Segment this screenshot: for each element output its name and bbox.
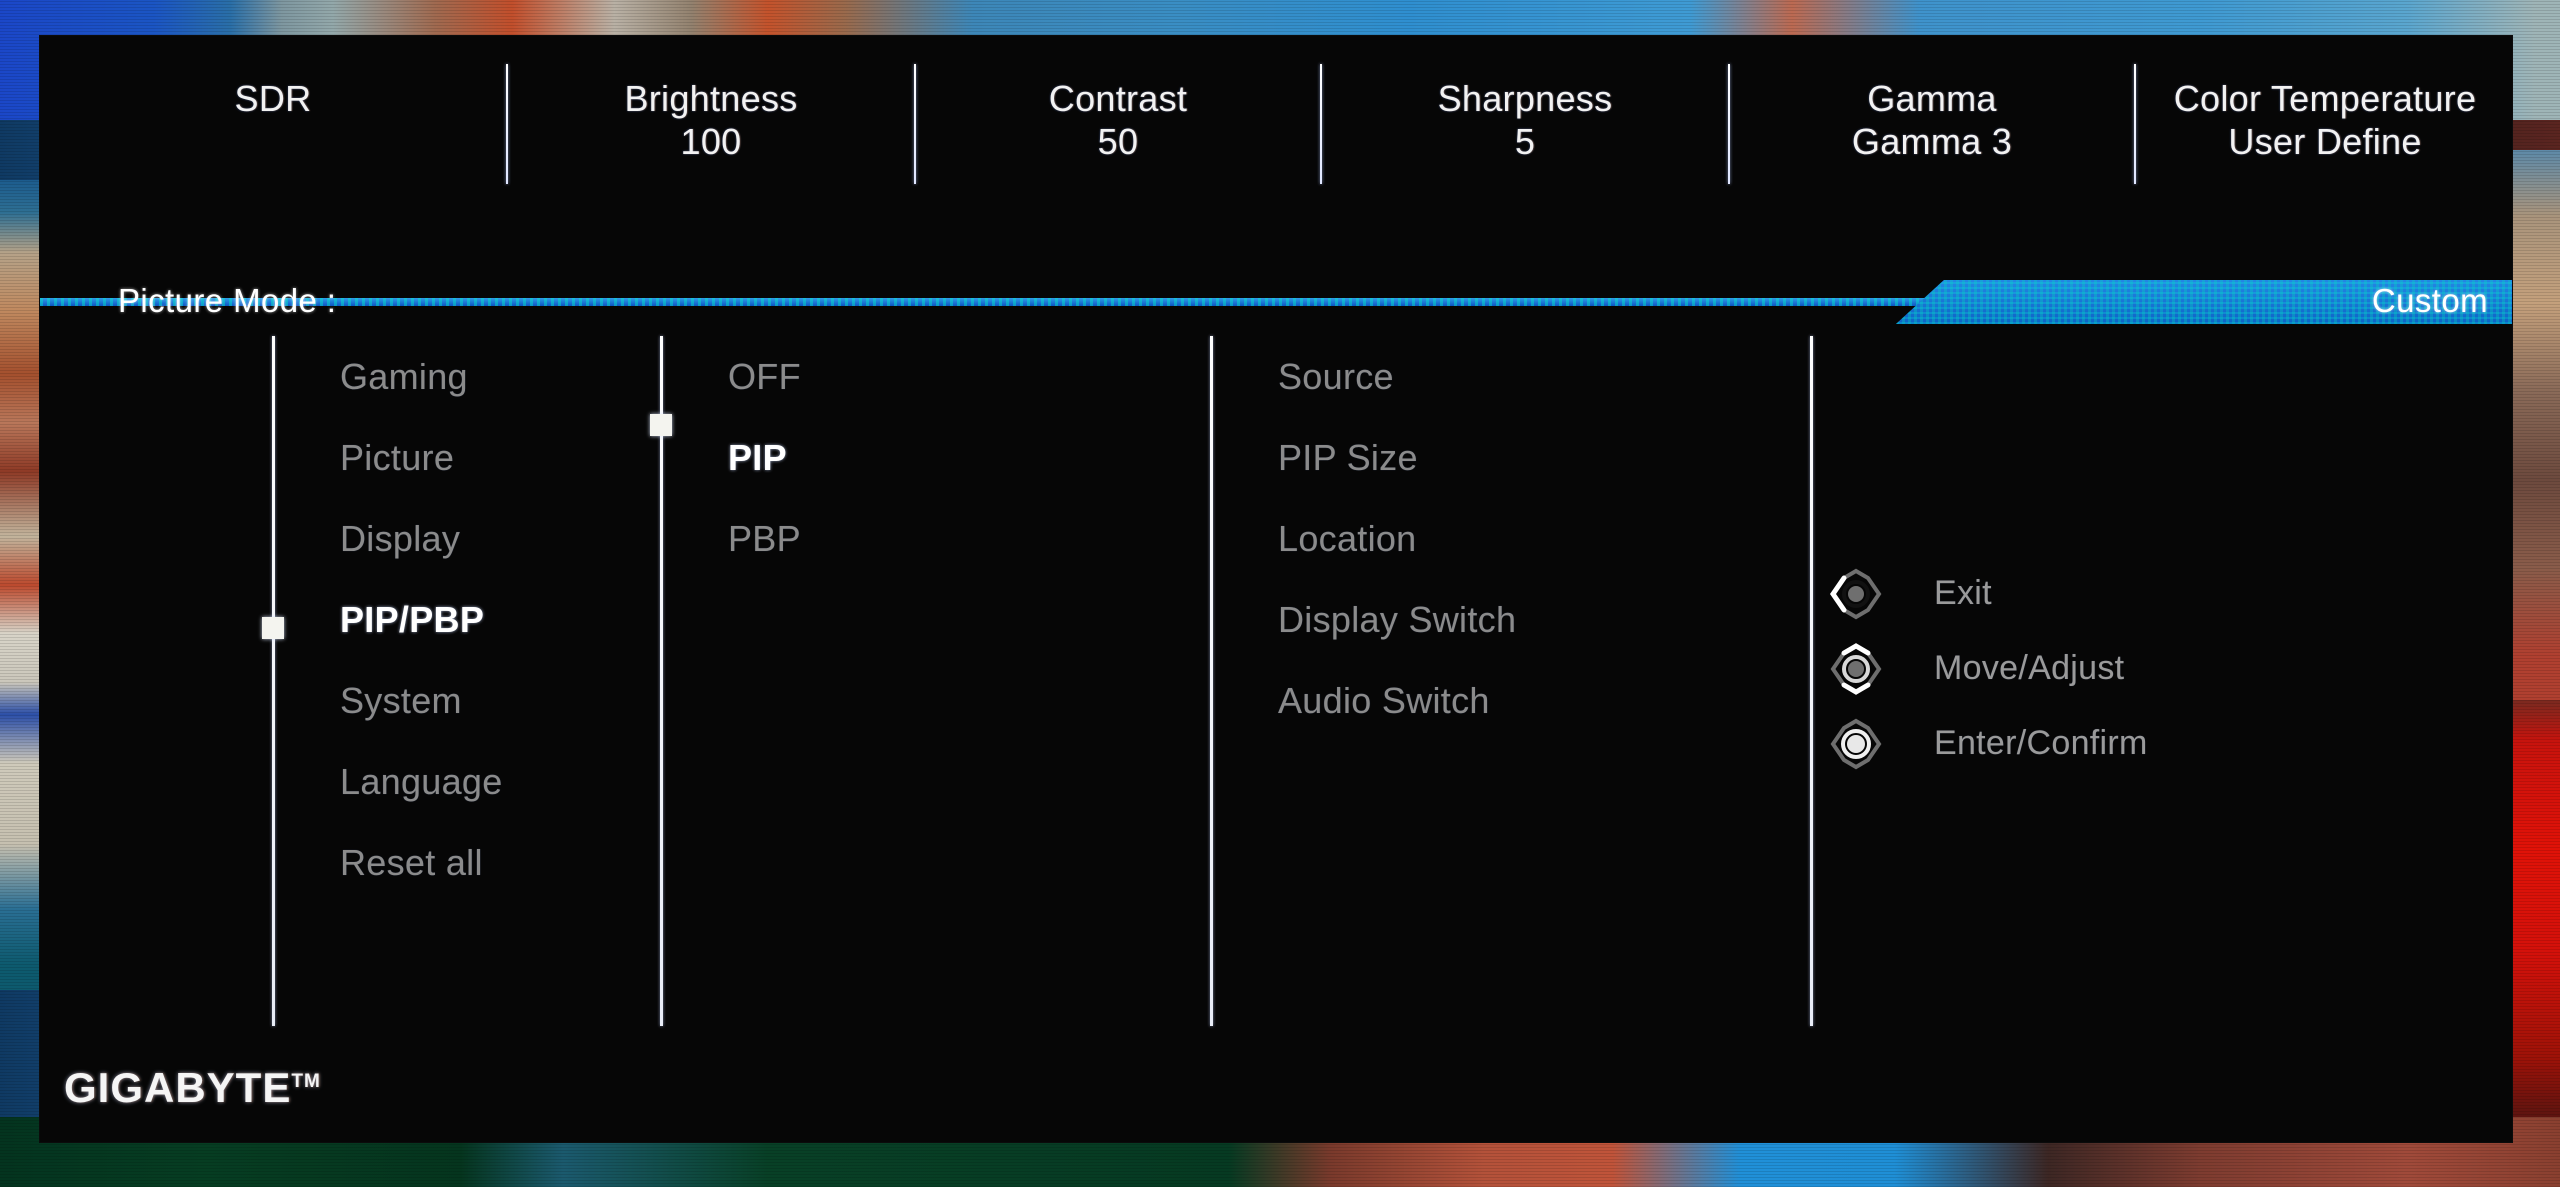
menu-item-label: System (340, 679, 462, 721)
legend-label: Move/Adjust (1934, 649, 2125, 687)
menu-item-label: Audio Switch (1278, 679, 1490, 721)
menu-item-label: Language (340, 760, 503, 802)
menu-item-picture[interactable]: Picture (340, 417, 503, 498)
column-rule (272, 336, 275, 1026)
header-item-color-temperature[interactable]: Color Temperature User Define (2136, 36, 2514, 164)
legend-label: Exit (1934, 574, 1992, 612)
menu-item-pbp[interactable]: PBP (728, 498, 801, 579)
menu-item-location[interactable]: Location (1278, 498, 1516, 579)
header-value: 5 (1514, 121, 1536, 162)
menu-item-label: Source (1278, 355, 1394, 397)
header-item-gamma[interactable]: Gamma Gamma 3 (1730, 36, 2134, 164)
header-label: Sharpness (1437, 78, 1613, 119)
menu-item-pip-size[interactable]: PIP Size (1278, 417, 1516, 498)
header-value: 50 (1097, 121, 1139, 162)
menu-item-label: PIP Size (1278, 436, 1418, 478)
menu-item-audio-switch[interactable]: Audio Switch (1278, 660, 1516, 741)
menu-item-label: OFF (728, 355, 801, 397)
column-rule (660, 336, 663, 1026)
menu-item-label: Display Switch (1278, 598, 1517, 640)
pip-settings-list: Source PIP Size Location Display Switch … (1278, 336, 1516, 741)
menu-item-source[interactable]: Source (1278, 336, 1516, 417)
header-label: Color Temperature (2173, 78, 2477, 119)
header-label: Gamma (1867, 78, 1997, 119)
menu-item-label: Reset all (340, 841, 483, 883)
joystick-press-icon (1830, 718, 1882, 770)
header-value: User Define (2228, 121, 2422, 162)
menu-item-label: Picture (340, 436, 455, 478)
menu-item-system[interactable]: System (340, 660, 503, 741)
picture-mode-value: Custom (2371, 282, 2488, 319)
legend-row-move-adjust[interactable]: Move/Adjust (1830, 631, 2330, 706)
legend-label: Enter/Confirm (1934, 724, 2148, 762)
legend-row-exit[interactable]: Exit (1830, 556, 2330, 631)
menu-item-label: PBP (728, 517, 801, 559)
menu-item-language[interactable]: Language (340, 741, 503, 822)
header-item-brightness[interactable]: Brightness 100 (508, 36, 914, 164)
joystick-updown-icon (1830, 642, 1882, 695)
menu-item-off[interactable]: OFF (728, 336, 801, 417)
gigabyte-logo: GIGABYTETM (64, 1064, 321, 1112)
legend-row-enter-confirm[interactable]: Enter/Confirm (1830, 706, 2330, 781)
menu-item-label: Gaming (340, 355, 468, 397)
menu-item-reset-all[interactable]: Reset all (340, 822, 503, 903)
menu-item-label: PIP/PBP (340, 598, 485, 640)
column-rule (1210, 336, 1213, 1026)
logo-trademark: TM (291, 1071, 321, 1092)
menu-item-gaming[interactable]: Gaming (340, 336, 503, 417)
header-label: SDR (234, 78, 312, 119)
menu-item-label: Location (1278, 517, 1417, 559)
osd-header: SDR Brightness 100 Contrast 50 Sharpness… (40, 36, 2512, 256)
menu-item-pip-pbp[interactable]: PIP/PBP (340, 579, 503, 660)
picture-mode-banner[interactable]: Picture Mode : Custom (40, 280, 2512, 324)
header-value: Gamma 3 (1851, 121, 2013, 162)
joystick-legend: Exit Move/Adjust Enter/Confirm (1830, 556, 2330, 781)
menu-item-display-switch[interactable]: Display Switch (1278, 579, 1516, 660)
menu-item-display[interactable]: Display (340, 498, 503, 579)
column-rule (1810, 336, 1813, 1026)
main-menu-selection-marker (262, 617, 284, 639)
menu-item-label: PIP (728, 436, 787, 478)
joystick-left-icon (1830, 568, 1882, 620)
pip-mode-list: OFF PIP PBP (728, 336, 801, 579)
menu-item-label: Display (340, 517, 461, 559)
header-value: 100 (680, 121, 742, 162)
header-label: Contrast (1048, 78, 1188, 119)
main-menu-list: Gaming Picture Display PIP/PBP System La… (340, 336, 503, 903)
header-label: Brightness (624, 78, 798, 119)
picture-mode-label: Picture Mode : (118, 282, 337, 319)
screen: SDR Brightness 100 Contrast 50 Sharpness… (0, 0, 2560, 1187)
pip-mode-selection-marker (650, 414, 672, 436)
logo-text: GIGABYTE (64, 1064, 292, 1111)
osd-panel: SDR Brightness 100 Contrast 50 Sharpness… (40, 36, 2512, 1142)
header-item-sdr[interactable]: SDR (40, 36, 506, 120)
header-item-sharpness[interactable]: Sharpness 5 (1322, 36, 1728, 164)
header-item-contrast[interactable]: Contrast 50 (916, 36, 1320, 164)
menu-item-pip[interactable]: PIP (728, 417, 801, 498)
